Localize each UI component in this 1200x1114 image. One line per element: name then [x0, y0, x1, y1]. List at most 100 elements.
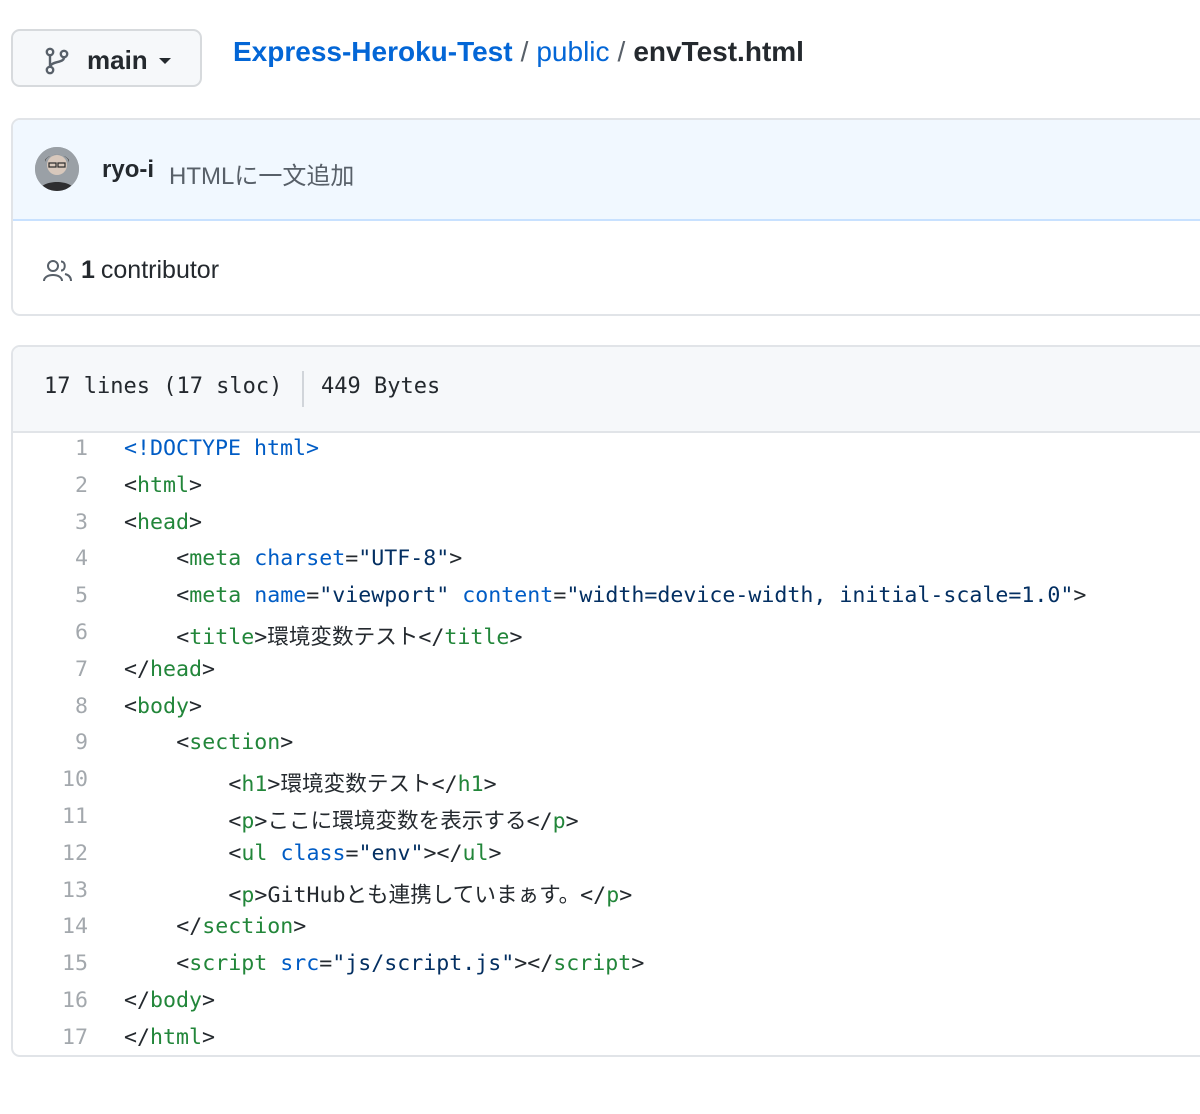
line-number[interactable]: 3	[13, 510, 88, 535]
code-token-punct: >	[280, 730, 294, 756]
breadcrumb-repo-link[interactable]: Express-Heroku-Test	[233, 36, 513, 67]
file-content-box: 17 lines (17 sloc) 449 Bytes 1 <!DOCTYPE …	[11, 345, 1200, 1057]
line-number[interactable]: 5	[13, 583, 88, 608]
line-number[interactable]: 6	[13, 620, 88, 645]
code-token-tag: script	[553, 951, 632, 977]
commit-author-link[interactable]: ryo-i	[102, 156, 154, 184]
breadcrumb-folder-link[interactable]: public	[536, 36, 609, 67]
line-code: </head>	[124, 657, 215, 682]
line-code: <body>	[124, 694, 202, 719]
file-info-header: 17 lines (17 sloc) 449 Bytes	[13, 347, 1200, 433]
line-code: <script src="js/script.js"></script>	[176, 951, 644, 976]
code-token-punct: >	[202, 988, 216, 1013]
code-token-tag: ul	[241, 840, 268, 866]
code-token-tag: section	[202, 914, 294, 940]
people-icon	[43, 259, 72, 281]
line-number[interactable]: 15	[13, 951, 88, 976]
code-token-punct: ></	[423, 840, 463, 866]
code-token-punct: >	[189, 472, 203, 498]
code-token-text: GitHubとも連携していまぁす。	[267, 882, 581, 908]
line-number[interactable]: 7	[13, 657, 88, 682]
line-code: </body>	[124, 988, 215, 1013]
code-token-punct: >	[189, 509, 203, 535]
code-token-punct: >	[267, 772, 281, 798]
line-code: <section>	[176, 730, 293, 755]
commit-header: ryo-i HTMLに一文追加	[13, 120, 1200, 221]
line-number[interactable]: 11	[13, 804, 88, 829]
code-token-punct: <	[124, 472, 138, 498]
breadcrumb-separator: /	[617, 36, 626, 67]
code-token-punct: >	[631, 951, 645, 977]
line-code: <!DOCTYPE html>	[124, 436, 319, 461]
code-token-tag: h1	[241, 772, 268, 798]
code-token-attr: class	[280, 840, 346, 866]
code-token-punct: >	[488, 840, 502, 866]
line-number[interactable]: 10	[13, 767, 88, 792]
branch-select-button[interactable]: main	[11, 29, 202, 87]
avatar[interactable]	[35, 147, 79, 191]
line-number[interactable]: 9	[13, 730, 88, 755]
code-token-tag: ul	[462, 840, 489, 866]
line-number[interactable]: 4	[13, 546, 88, 571]
code-token-punct: >	[449, 546, 463, 572]
code-token-punct: </	[124, 988, 151, 1013]
code-token-punct: <	[228, 840, 242, 866]
line-number[interactable]: 1	[13, 436, 88, 461]
code-token-punct: >	[254, 809, 268, 834]
code-token-punct: >	[189, 693, 203, 719]
code-token-tag: body	[150, 988, 203, 1013]
code-token-punct: =	[345, 840, 359, 866]
commit-message-link[interactable]: HTMLに一文追加	[169, 156, 354, 191]
line-number[interactable]: 2	[13, 473, 88, 498]
contributors-summary[interactable]: 1 contributor	[43, 256, 219, 285]
line-number[interactable]: 17	[13, 1025, 88, 1050]
code-token-text: 環境変数テスト	[280, 772, 432, 798]
code-token-punct: >	[254, 882, 268, 908]
code-token-str: "viewport"	[319, 583, 450, 609]
file-line-count: 17 lines (17 sloc)	[44, 374, 283, 399]
line-number[interactable]: 8	[13, 694, 88, 719]
code-token-punct: <	[124, 509, 138, 535]
code-token-punct: <	[228, 882, 242, 908]
code-token-str: "js/script.js"	[332, 951, 515, 977]
code-token-tag: head	[150, 656, 203, 682]
line-number[interactable]: 12	[13, 841, 88, 866]
code-token-punct: >	[483, 772, 497, 798]
code-token-punct: =	[319, 951, 333, 977]
file-size: 449 Bytes	[321, 374, 441, 399]
breadcrumb-separator: /	[520, 36, 529, 67]
code-token-punct: <	[176, 546, 190, 572]
code-token-tag: body	[137, 693, 190, 719]
line-code: <html>	[124, 473, 202, 498]
code-token-punct: <	[176, 625, 190, 650]
line-code: </html>	[124, 1025, 215, 1050]
code-token-attr: charset	[254, 546, 346, 572]
file-view-page: main Express-Heroku-Test / public / envTest.…	[0, 0, 1200, 1114]
code-token-str: "env"	[358, 840, 424, 866]
code-token-attr: src	[280, 951, 320, 977]
code-token-punct: >	[509, 625, 523, 650]
branch-name: main	[87, 45, 148, 75]
code-token-punct: <	[228, 809, 242, 834]
code-token-punct: >	[1073, 583, 1087, 609]
line-code: <meta charset="UTF-8">	[176, 546, 462, 571]
line-number[interactable]: 13	[13, 878, 88, 903]
code-token-tag: title	[444, 625, 510, 650]
code-token-tag: html	[137, 472, 190, 498]
breadcrumb-current-file: envTest.html	[633, 36, 804, 67]
code-token-attr: content	[462, 583, 554, 609]
code-token-doctype: <!DOCTYPE html>	[124, 436, 320, 461]
line-number[interactable]: 14	[13, 914, 88, 939]
code-token-punct: >	[254, 625, 268, 650]
line-number[interactable]: 16	[13, 988, 88, 1013]
chevron-down-icon	[159, 58, 171, 64]
code-token-punct: <	[228, 772, 242, 798]
latest-commit-box: ryo-i HTMLに一文追加 1 contributor	[11, 118, 1200, 316]
code-token-punct: >	[293, 914, 307, 940]
breadcrumb: Express-Heroku-Test / public / envTest.html	[233, 36, 804, 68]
contributor-count: 1	[81, 256, 95, 284]
code-token-punct: </	[580, 882, 607, 908]
